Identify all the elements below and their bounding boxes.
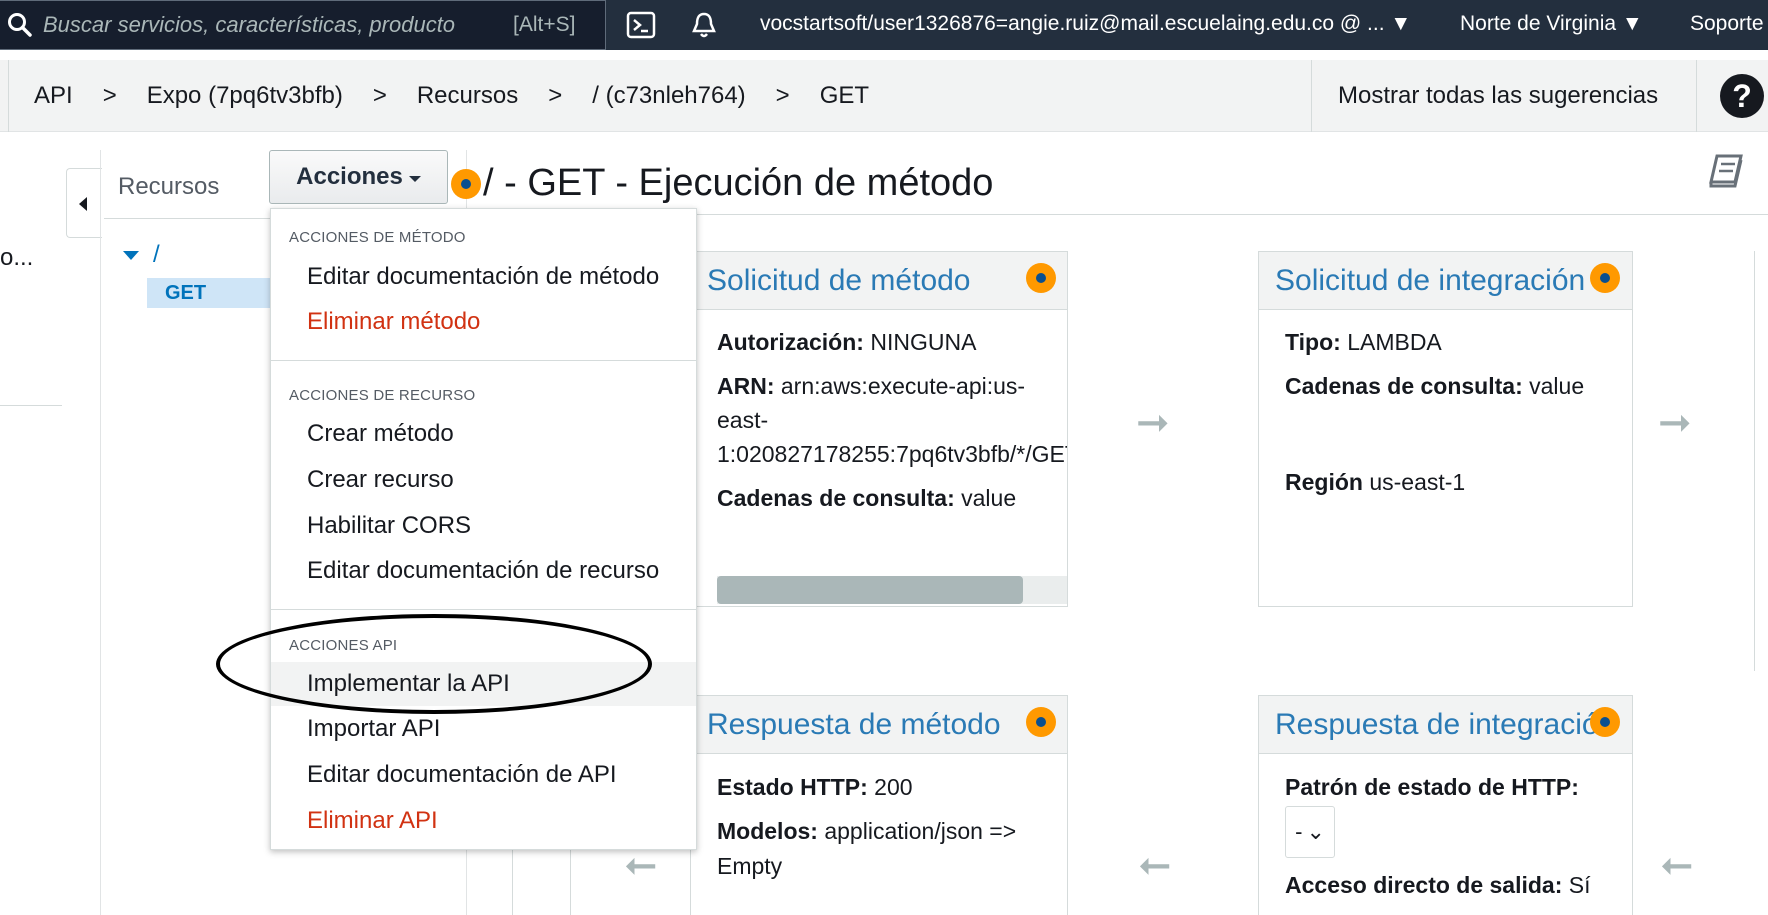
- divider: [8, 60, 9, 132]
- menu-item-delete-api[interactable]: Eliminar API: [271, 799, 696, 843]
- type-row: Tipo: LAMBDA: [1285, 329, 1442, 355]
- tree-method-get[interactable]: GET: [147, 278, 277, 308]
- caret-down-icon: [408, 176, 421, 182]
- help-marker-icon[interactable]: [451, 169, 481, 199]
- passthrough-row: Acceso directo de salida: Sí: [1285, 872, 1591, 898]
- breadcrumb-resources[interactable]: Recursos: [417, 82, 518, 110]
- divider: [271, 360, 696, 361]
- breadcrumb-separator: >: [775, 82, 790, 109]
- arrow-left-icon: ➞: [1660, 844, 1694, 888]
- arrow-left-icon: ➞: [1138, 844, 1172, 888]
- arrow-right-icon: ➞: [1136, 401, 1170, 445]
- tree-resource-root[interactable]: /: [153, 241, 160, 269]
- actions-button[interactable]: Acciones: [269, 150, 448, 204]
- menu-section-header: ACCIONES DE MÉTODO: [289, 229, 466, 246]
- menu-item-enable-cors[interactable]: Habilitar CORS: [271, 504, 696, 548]
- collapse-panel-button[interactable]: [66, 168, 102, 238]
- help-marker-icon[interactable]: [1590, 263, 1620, 293]
- actions-menu: ACCIONES DE MÉTODO Editar documentación …: [270, 208, 697, 850]
- menu-item-import-api[interactable]: Importar API: [271, 707, 696, 751]
- help-marker-icon[interactable]: [1590, 707, 1620, 737]
- book-icon[interactable]: [1707, 152, 1747, 193]
- method-request-title[interactable]: Solicitud de método: [691, 252, 1067, 310]
- menu-section-header: ACCIONES API: [289, 637, 398, 654]
- integration-response-card: Respuesta de integración Patrón de estad…: [1258, 695, 1633, 915]
- divider: [1696, 60, 1697, 132]
- http-status-row: Estado HTTP: 200: [717, 774, 913, 800]
- query-strings-row: Cadenas de consulta: value: [1285, 373, 1585, 399]
- breadcrumb: API > Expo (7pq6tv3bfb) > Recursos > / (…: [34, 82, 869, 110]
- top-navbar: [Alt+S] vocstartsoft/user1326876=angie.r…: [0, 0, 1768, 50]
- help-icon[interactable]: ?: [1720, 74, 1764, 118]
- search-shortcut: [Alt+S]: [513, 13, 576, 36]
- models-value-line-2: Empty: [717, 853, 783, 879]
- expand-icon[interactable]: [123, 251, 139, 260]
- menu-item-delete-method[interactable]: Eliminar método: [271, 300, 696, 344]
- method-response-card: Respuesta de método Estado HTTP: 200 Mod…: [690, 695, 1068, 915]
- http-status-pattern-select[interactable]: - ⌄: [1285, 806, 1335, 858]
- menu-item-create-method[interactable]: Crear método: [271, 412, 696, 456]
- menu-section-header: ACCIONES DE RECURSO: [289, 387, 476, 404]
- show-suggestions-link[interactable]: Mostrar todas las sugerencias: [1338, 82, 1658, 110]
- divider: [0, 405, 62, 406]
- region-row: Región us-east-1: [1285, 469, 1466, 495]
- divider: [271, 609, 696, 610]
- http-status-pattern-label: Patrón de estado de HTTP:: [1285, 774, 1579, 800]
- integration-request-title[interactable]: Solicitud de integración: [1259, 252, 1632, 310]
- menu-item-edit-resource-docs[interactable]: Editar documentación de recurso: [271, 549, 696, 593]
- arn-line-2: east-: [717, 407, 769, 433]
- integration-response-title[interactable]: Respuesta de integración: [1259, 696, 1632, 754]
- chevron-down-icon: ⌄: [1306, 819, 1325, 844]
- help-marker-icon[interactable]: [1026, 263, 1056, 293]
- scrollbar-thumb[interactable]: [717, 576, 1023, 604]
- cloudshell-icon[interactable]: [626, 11, 656, 44]
- menu-item-edit-method-docs[interactable]: Editar documentación de método: [271, 255, 696, 299]
- menu-item-create-resource[interactable]: Crear recurso: [271, 458, 696, 502]
- account-menu[interactable]: vocstartsoft/user1326876=angie.ruiz@mail…: [760, 12, 1411, 36]
- breadcrumb-api-name[interactable]: Expo (7pq6tv3bfb): [147, 82, 343, 110]
- breadcrumb-method: GET: [819, 82, 870, 109]
- breadcrumb-separator: >: [102, 82, 117, 109]
- divider: [1754, 251, 1755, 671]
- integration-request-card: Solicitud de integración Tipo: LAMBDA Ca…: [1258, 251, 1633, 607]
- breadcrumb-separator: >: [372, 82, 387, 109]
- query-strings-row: Cadenas de consulta: value: [717, 485, 1017, 511]
- divider: [100, 150, 101, 915]
- method-request-card: Solicitud de método Autorización: NINGUN…: [690, 251, 1068, 607]
- actions-button-label: Acciones: [296, 163, 403, 190]
- arrow-right-icon: ➞: [1658, 401, 1692, 445]
- divider: [1311, 60, 1312, 132]
- search-input[interactable]: [43, 12, 493, 38]
- resources-title: Recursos: [118, 173, 220, 200]
- arn-line-3: 1:020827178255:7pq6tv3bfb/*/GET/: [717, 441, 1068, 467]
- arn-row: ARN: arn:aws:execute-api:us-: [717, 373, 1026, 399]
- help-marker-icon[interactable]: [1026, 707, 1056, 737]
- breadcrumb-api[interactable]: API: [34, 82, 73, 110]
- authorization-row: Autorización: NINGUNA: [717, 329, 977, 355]
- breadcrumb-separator: >: [548, 82, 563, 109]
- search-box[interactable]: [Alt+S]: [0, 0, 606, 50]
- breadcrumb-bar: API > Expo (7pq6tv3bfb) > Recursos > / (…: [0, 60, 1768, 132]
- search-icon: [0, 12, 43, 38]
- left-panel-truncated-text: o...: [0, 244, 34, 271]
- models-row: Modelos: application/json =>: [717, 818, 1017, 844]
- horizontal-scrollbar[interactable]: [717, 576, 1067, 604]
- page-title: / - GET - Ejecución de método: [483, 162, 994, 204]
- region-menu[interactable]: Norte de Virginia ▼: [1460, 12, 1643, 36]
- breadcrumb-resource-id[interactable]: / (c73nleh764): [592, 82, 745, 110]
- support-menu[interactable]: Soporte: [1690, 12, 1764, 36]
- method-response-title[interactable]: Respuesta de método: [691, 696, 1067, 754]
- menu-item-edit-api-docs[interactable]: Editar documentación de API: [271, 753, 696, 797]
- bell-icon[interactable]: [689, 11, 719, 44]
- divider: [104, 218, 274, 219]
- menu-item-deploy-api[interactable]: Implementar la API: [271, 662, 696, 706]
- collapse-left-icon: [79, 197, 87, 211]
